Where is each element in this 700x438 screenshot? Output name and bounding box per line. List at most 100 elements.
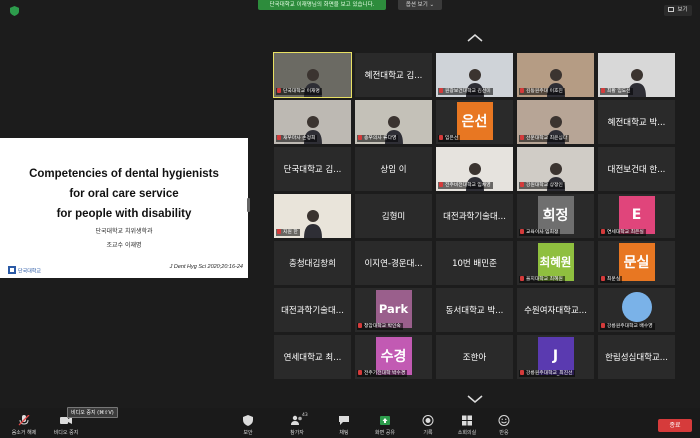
participant-tile[interactable]: 김동원주대 이호진: [517, 53, 594, 97]
mic-muted-icon: [358, 135, 362, 140]
participant-tile[interactable]: 충청대김창희: [274, 241, 351, 285]
participant-tile[interactable]: 이지연-경운대...: [355, 241, 432, 285]
participant-tile[interactable]: E 연세대학교 최은실: [598, 194, 675, 238]
mic-muted-icon: [18, 415, 30, 426]
participant-tile[interactable]: 문실 최문실: [598, 241, 675, 285]
avatar-initials: 희정: [542, 208, 569, 224]
participant-avatar: [621, 292, 652, 322]
participant-name: 이지연-경운대...: [364, 259, 423, 269]
shield-icon[interactable]: [10, 6, 19, 16]
avatar-initials: Park: [378, 302, 409, 316]
participant-name: 연세대학교 최...: [283, 353, 342, 363]
participant-tile[interactable]: 연세대학교 최...: [274, 335, 351, 379]
mic-muted-icon: [439, 135, 443, 140]
participant-avatar: 문실: [618, 243, 655, 281]
participants-button[interactable]: 참가자: [284, 415, 310, 436]
participant-name: 동서대학교 박...: [445, 306, 504, 316]
participant-tile[interactable]: 선문대학교 최윤심다: [517, 100, 594, 144]
person-silhouette: [303, 210, 322, 238]
participant-name: 대전보건대 한...: [607, 165, 666, 175]
participant-tile[interactable]: 한림성심대학교...: [598, 335, 675, 379]
participant-tile[interactable]: 강릉원주대학교 배수영: [598, 288, 675, 332]
participant-tile[interactable]: 혜전대학교 김...: [355, 53, 432, 97]
chat-button[interactable]: 채팅: [334, 415, 354, 436]
mic-muted-icon: [601, 276, 605, 281]
participant-tile[interactable]: 대전보건대 한...: [598, 147, 675, 191]
participant-tile[interactable]: 강원대학교 상정인: [517, 147, 594, 191]
avatar-initials: 수경: [380, 349, 407, 365]
mic-muted-icon: [601, 88, 605, 93]
participant-tile[interactable]: 수원여자대학교...: [517, 288, 594, 332]
record-button[interactable]: 기록: [418, 415, 438, 436]
participant-label: 청암대학교 박인숙: [357, 323, 403, 330]
participant-label: 원광보건대학교 김선미: [438, 88, 493, 95]
participant-tile[interactable]: 동서대학교 박...: [436, 288, 513, 332]
share-screen-button[interactable]: 화면 공유: [372, 415, 398, 436]
participant-tile[interactable]: 단국대학교 김...: [274, 147, 351, 191]
mic-muted-icon: [277, 135, 281, 140]
participant-name: 혜전대학교 박...: [607, 118, 666, 128]
mic-muted-icon: [439, 88, 443, 93]
mic-muted-icon: [601, 323, 605, 328]
participant-label: 을지대학교 최혜원: [519, 276, 565, 283]
mic-muted-icon: [601, 229, 605, 234]
participant-name: 조한아: [462, 353, 487, 363]
participant-tile[interactable]: 김형미: [355, 194, 432, 238]
chevron-down-icon[interactable]: [466, 395, 484, 403]
mic-muted-icon: [439, 182, 443, 187]
participant-label: 강릉원주대학교_최진선: [519, 370, 575, 377]
participant-label: 지원 한: [276, 229, 300, 236]
participant-tile[interactable]: 지원 한: [274, 194, 351, 238]
mic-muted-icon: [277, 88, 281, 93]
mic-muted-icon: [520, 182, 524, 187]
participant-tile[interactable]: J 강릉원주대학교_최진선: [517, 335, 594, 379]
record-icon: [422, 415, 434, 426]
unmute-button[interactable]: 음소거 해제: [8, 415, 40, 436]
split-handle[interactable]: [247, 198, 250, 212]
participant-tile[interactable]: 대전과학기술대...: [436, 194, 513, 238]
participant-tile[interactable]: 수경 전주기전대학 박수경: [355, 335, 432, 379]
video-tooltip: 비디오 중지 (⌘⇧V): [67, 407, 118, 418]
participant-label: 연세대학교 최은실: [600, 229, 646, 236]
participant-tile[interactable]: 은선 임은선: [436, 100, 513, 144]
participant-label: 교육이사 임희정: [519, 229, 561, 236]
participant-tile[interactable]: 최황 임도선: [598, 53, 675, 97]
participant-label: 전주비전대학교 임채영: [438, 182, 493, 189]
participant-tile[interactable]: 혜전대학교 박...: [598, 100, 675, 144]
reactions-button[interactable]: 반응: [494, 415, 514, 436]
participant-name: 대전과학기술대...: [281, 306, 344, 316]
slide-title: Competencies of dental hygienists for or…: [29, 168, 219, 220]
participant-label: 송우의사 류다영: [357, 135, 399, 142]
avatar-initials: 최혜원: [539, 255, 572, 269]
participant-tile[interactable]: 10번 배민준: [436, 241, 513, 285]
participant-tile[interactable]: 단국대학교 이재명: [273, 52, 352, 98]
share-banner: 단국대학교 이재명님의 화면을 보고 있습니다.: [258, 0, 386, 10]
participant-tile[interactable]: Park 청암대학교 박인숙: [355, 288, 432, 332]
participant-name: 혜전대학교 김...: [364, 71, 423, 81]
grid-icon: [668, 7, 675, 12]
participant-tile[interactable]: 상임 이: [355, 147, 432, 191]
participant-label: 재우마사 손정희: [276, 135, 318, 142]
slide-authors: 조교수 이재명: [106, 242, 142, 249]
chevron-up-icon[interactable]: [466, 34, 484, 42]
breakout-rooms-button[interactable]: 소회의실: [454, 415, 480, 436]
participant-tile[interactable]: 송우의사 류다영: [355, 100, 432, 144]
participant-count: 43: [302, 413, 308, 418]
participant-tile[interactable]: 희정교육이사 임희정: [517, 194, 594, 238]
security-button[interactable]: 보안: [238, 415, 258, 436]
participant-label: 최황 임도선: [600, 88, 633, 95]
participant-tile[interactable]: 재우마사 손정희: [274, 100, 351, 144]
participant-name: 10번 배민준: [452, 259, 497, 269]
participant-tile[interactable]: 대전과학기술대...: [274, 288, 351, 332]
end-meeting-button[interactable]: 종료: [658, 419, 692, 432]
avatar-initials: J: [552, 348, 559, 364]
view-button[interactable]: 보기: [664, 5, 692, 16]
mic-muted-icon: [520, 276, 524, 281]
view-options-button[interactable]: 옵션 보기 ⌄: [398, 0, 442, 10]
participant-tile[interactable]: 전주비전대학교 임채영: [436, 147, 513, 191]
participant-tile[interactable]: 원광보건대학교 김선미: [436, 53, 513, 97]
participant-tile[interactable]: 최혜원을지대학교 최혜원: [517, 241, 594, 285]
avatar-initials: 은선: [461, 114, 488, 130]
stop-video-button[interactable]: 비디오 중지: [50, 415, 82, 436]
participant-tile[interactable]: 조한아: [436, 335, 513, 379]
